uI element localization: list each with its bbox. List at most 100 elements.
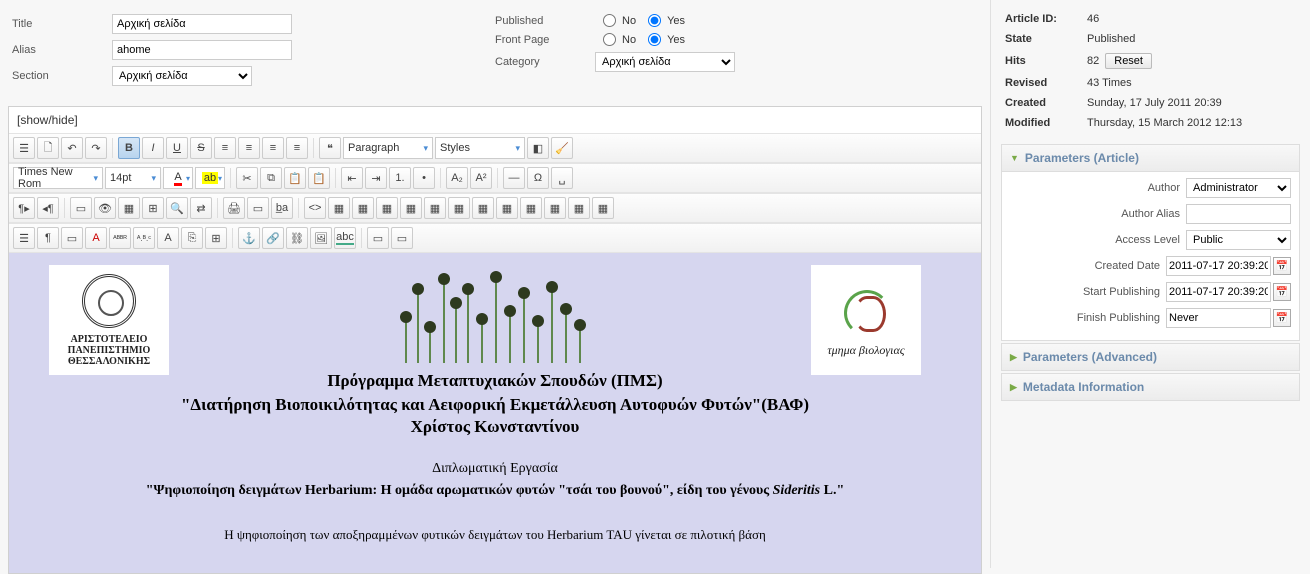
abbr-icon[interactable]: ᴬᴮᴮᴿ <box>109 227 131 249</box>
copy-icon[interactable]: ⧉ <box>260 167 282 189</box>
del-icon[interactable]: A <box>157 227 179 249</box>
attribs-icon[interactable]: ⊞ <box>205 227 227 249</box>
align-center-icon[interactable]: ≡ <box>238 137 260 159</box>
table-icon[interactable]: ▦ <box>328 197 350 219</box>
anchor-icon[interactable]: ⚓ <box>238 227 260 249</box>
size-select[interactable]: 14pt <box>105 167 161 189</box>
align-left-icon[interactable]: ≡ <box>214 137 236 159</box>
row-before-icon[interactable]: ▦ <box>352 197 374 219</box>
rtl-icon[interactable]: ◂¶ <box>37 197 59 219</box>
readmore-icon[interactable]: ▭ <box>247 197 269 219</box>
metadata-information-header[interactable]: ▶Metadata Information <box>1001 373 1300 401</box>
nbsp-icon[interactable]: ␣ <box>551 167 573 189</box>
row-after-icon[interactable]: ▦ <box>376 197 398 219</box>
backcolor-icon[interactable]: ab <box>195 167 225 189</box>
visualchars-icon[interactable]: ¶ <box>37 227 59 249</box>
template-icon[interactable]: ▭ <box>61 227 83 249</box>
align-right-icon[interactable]: ≡ <box>262 137 284 159</box>
print-icon[interactable]: 🖨 <box>223 197 245 219</box>
fullscreen-icon[interactable]: ▭ <box>70 197 92 219</box>
table-props-icon[interactable]: ▦ <box>544 197 566 219</box>
pagebreak-icon[interactable]: b̲a <box>271 197 293 219</box>
author-alias-input[interactable] <box>1186 204 1291 224</box>
finish-publishing-input[interactable] <box>1166 308 1271 328</box>
preview-icon[interactable]: 👁 <box>94 197 116 219</box>
numlist-icon[interactable]: 1. <box>389 167 411 189</box>
undo-icon[interactable]: ↶ <box>61 137 83 159</box>
split-icon[interactable]: ▦ <box>520 197 542 219</box>
media-icon[interactable]: ▭ <box>391 227 413 249</box>
published-no-radio[interactable] <box>603 14 616 27</box>
image-icon[interactable]: 🖼 <box>310 227 332 249</box>
calendar-icon[interactable]: 📅 <box>1273 283 1291 301</box>
paragraph-select[interactable]: Paragraph <box>343 137 433 159</box>
section-select[interactable]: Αρχική σελίδα <box>112 66 252 86</box>
redo-icon[interactable]: ↷ <box>85 137 107 159</box>
underline-icon[interactable]: U <box>166 137 188 159</box>
frontpage-yes-radio[interactable] <box>648 33 661 46</box>
separator-icon[interactable]: ▭ <box>367 227 389 249</box>
outdent-icon[interactable]: ⇤ <box>341 167 363 189</box>
hr-icon[interactable]: — <box>503 167 525 189</box>
hits-value: 82 <box>1087 55 1099 67</box>
bold-icon[interactable]: B <box>118 137 140 159</box>
row-delete-icon[interactable]: ▦ <box>400 197 422 219</box>
toggle-editor-icon[interactable]: ☰ <box>13 137 35 159</box>
created-date-input[interactable] <box>1166 256 1271 276</box>
font-select[interactable]: Times New Rom <box>13 167 103 189</box>
indent-icon[interactable]: ⇥ <box>365 167 387 189</box>
row-props-icon[interactable]: ▦ <box>568 197 590 219</box>
italic-icon[interactable]: I <box>142 137 164 159</box>
forecolor-icon[interactable]: A <box>163 167 193 189</box>
unlink-icon[interactable]: ⛓ <box>286 227 308 249</box>
visualaid-icon[interactable]: ⊞ <box>142 197 164 219</box>
col-before-icon[interactable]: ▦ <box>424 197 446 219</box>
charmap-icon[interactable]: Ω <box>527 167 549 189</box>
parameters-article-header[interactable]: ▼Parameters (Article) <box>1002 145 1299 172</box>
bullist-icon[interactable]: • <box>413 167 435 189</box>
alias-input[interactable] <box>112 40 292 60</box>
reset-button[interactable]: Reset <box>1105 53 1152 69</box>
styles-select[interactable]: Styles <box>435 137 525 159</box>
search-icon[interactable]: 🔍 <box>166 197 188 219</box>
start-publishing-input[interactable] <box>1166 282 1271 302</box>
layer-icon[interactable]: ▦ <box>118 197 140 219</box>
published-yes-radio[interactable] <box>648 14 661 27</box>
editor-content[interactable]: ΑΡΙΣΤΟΤΕΛΕΙΟ ΠΑΝΕΠΙΣΤΗΜΙΟ ΘΕΣΣΑΛΟΝΙΚΗΣ τ… <box>9 253 981 573</box>
eraser-icon[interactable]: ◧ <box>527 137 549 159</box>
showhide-toggle[interactable]: [show/hide] <box>9 107 981 133</box>
calendar-icon[interactable]: 📅 <box>1273 309 1291 327</box>
paste-text-icon[interactable]: 📋 <box>308 167 330 189</box>
strike-icon[interactable]: S <box>190 137 212 159</box>
ins-icon[interactable]: ⎘ <box>181 227 203 249</box>
title-input[interactable] <box>112 14 292 34</box>
blockquote-icon[interactable]: ❝ <box>319 137 341 159</box>
paste-icon[interactable]: 📋 <box>284 167 306 189</box>
col-after-icon[interactable]: ▦ <box>448 197 470 219</box>
newdoc-icon[interactable]: 🗋 <box>37 137 59 159</box>
cleanup-icon[interactable]: 🧹 <box>551 137 573 159</box>
frontpage-no-radio[interactable] <box>603 33 616 46</box>
calendar-icon[interactable]: 📅 <box>1273 257 1291 275</box>
parameters-advanced-header[interactable]: ▶Parameters (Advanced) <box>1001 343 1300 371</box>
access-level-select[interactable]: Public <box>1186 230 1291 250</box>
spellcheck-icon[interactable]: abc <box>334 227 356 249</box>
source-icon[interactable]: ☰ <box>13 227 35 249</box>
style-icon[interactable]: A <box>85 227 107 249</box>
sup-icon[interactable]: A² <box>470 167 492 189</box>
cut-icon[interactable]: ✂ <box>236 167 258 189</box>
cell-props-icon[interactable]: ▦ <box>592 197 614 219</box>
code-icon[interactable]: <> <box>304 197 326 219</box>
ltr-icon[interactable]: ¶▸ <box>13 197 35 219</box>
link-icon[interactable]: 🔗 <box>262 227 284 249</box>
sub-icon[interactable]: A₂ <box>446 167 468 189</box>
acronym-icon[interactable]: ᴬ.ᴮ.ᶜ <box>133 227 155 249</box>
form-top: Title Alias Section Αρχική σελίδα Publis… <box>8 8 982 102</box>
replace-icon[interactable]: ⇄ <box>190 197 212 219</box>
align-justify-icon[interactable]: ≡ <box>286 137 308 159</box>
col-delete-icon[interactable]: ▦ <box>472 197 494 219</box>
merge-icon[interactable]: ▦ <box>496 197 518 219</box>
category-select[interactable]: Αρχική σελίδα <box>595 52 735 72</box>
author-select[interactable]: Administrator <box>1186 178 1291 198</box>
author-alias-label: Author Alias <box>1121 208 1180 220</box>
